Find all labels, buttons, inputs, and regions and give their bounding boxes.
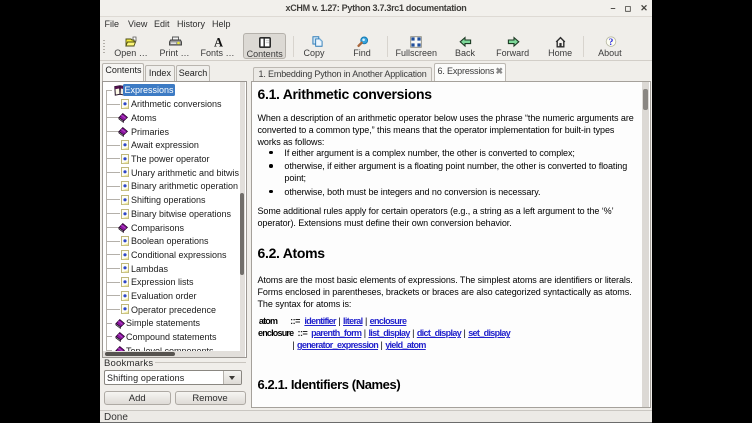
svg-text:A: A [213, 36, 222, 48]
svg-text:?: ? [609, 38, 614, 48]
